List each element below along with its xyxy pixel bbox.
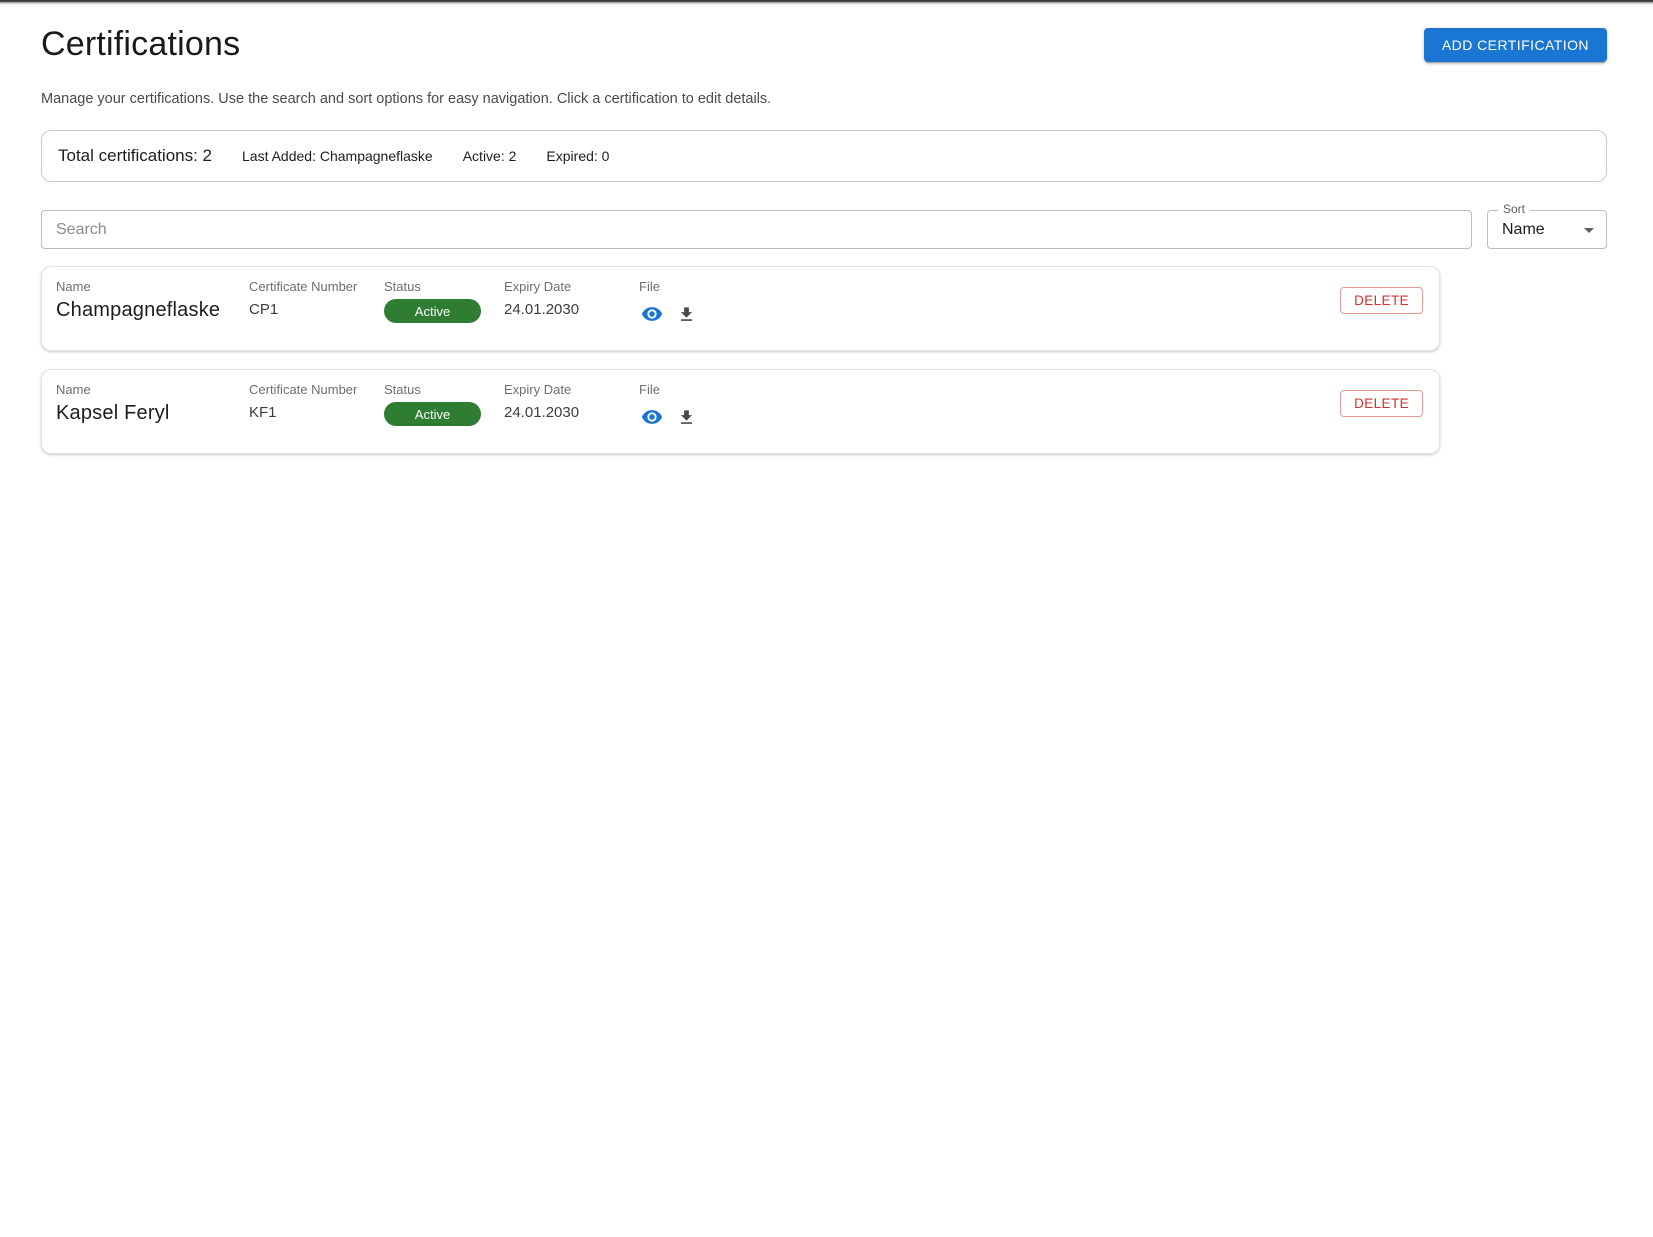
stat-total-certifications: Total certifications: 2: [58, 146, 212, 166]
certification-name: Champagneflaske: [56, 299, 249, 322]
stats-bar: Total certifications: 2 Last Added: Cham…: [41, 130, 1607, 182]
name-label: Name: [56, 382, 249, 397]
expiry-date-label: Expiry Date: [504, 279, 639, 294]
delete-button[interactable]: DELETE: [1340, 390, 1423, 417]
name-column: Name Champagneflaske: [56, 279, 249, 322]
expiry-date-label: Expiry Date: [504, 382, 639, 397]
sort-select-label: Sort: [1498, 202, 1530, 218]
page-title: Certifications: [41, 25, 240, 64]
certification-list: Name Champagneflaske Certificate Number …: [41, 266, 1440, 454]
delete-button[interactable]: DELETE: [1340, 287, 1423, 314]
controls-row: Sort Name: [41, 210, 1607, 249]
stat-last-added: Last Added: Champagneflaske: [242, 148, 433, 164]
status-label: Status: [384, 279, 504, 294]
file-column: File: [639, 279, 759, 327]
add-certification-button[interactable]: ADD CERTIFICATION: [1424, 28, 1607, 62]
expiry-date-column: Expiry Date 24.01.2030: [504, 382, 639, 421]
certificate-number-value: CP1: [249, 299, 384, 318]
status-badge: Active: [384, 299, 481, 323]
file-actions: [639, 402, 759, 430]
download-file-button[interactable]: [675, 406, 698, 429]
certificate-number-label: Certificate Number: [249, 279, 384, 294]
page-header: Certifications ADD CERTIFICATION: [41, 25, 1607, 64]
expiry-date-value: 24.01.2030: [504, 299, 639, 318]
status-column: Status Active: [384, 279, 504, 323]
certifications-page: Certifications ADD CERTIFICATION Manage …: [0, 5, 1653, 454]
file-actions: [639, 299, 759, 327]
certification-card[interactable]: Name Kapsel Feryl Certificate Number KF1…: [41, 369, 1440, 454]
search-input[interactable]: [41, 210, 1472, 249]
stat-active: Active: 2: [463, 148, 517, 164]
expiry-date-column: Expiry Date 24.01.2030: [504, 279, 639, 318]
certificate-number-column: Certificate Number CP1: [249, 279, 384, 318]
name-label: Name: [56, 279, 249, 294]
download-icon: [677, 305, 696, 324]
file-column: File: [639, 382, 759, 430]
sort-selected-value: Name: [1502, 221, 1545, 239]
expiry-date-value: 24.01.2030: [504, 402, 639, 421]
file-label: File: [639, 279, 759, 294]
certification-card[interactable]: Name Champagneflaske Certificate Number …: [41, 266, 1440, 351]
status-label: Status: [384, 382, 504, 397]
eye-icon: [641, 406, 663, 428]
status-badge: Active: [384, 402, 481, 426]
status-column: Status Active: [384, 382, 504, 426]
page-subtitle: Manage your certifications. Use the sear…: [41, 91, 1607, 107]
name-column: Name Kapsel Feryl: [56, 382, 249, 425]
chevron-down-icon: [1584, 228, 1594, 233]
view-file-button[interactable]: [639, 301, 665, 327]
eye-icon: [641, 303, 663, 325]
certification-name: Kapsel Feryl: [56, 402, 249, 425]
certificate-number-label: Certificate Number: [249, 382, 384, 397]
download-icon: [677, 408, 696, 427]
download-file-button[interactable]: [675, 303, 698, 326]
sort-select[interactable]: Sort Name: [1487, 210, 1607, 249]
file-label: File: [639, 382, 759, 397]
certificate-number-column: Certificate Number KF1: [249, 382, 384, 421]
certificate-number-value: KF1: [249, 402, 384, 421]
stat-expired: Expired: 0: [546, 148, 609, 164]
view-file-button[interactable]: [639, 404, 665, 430]
